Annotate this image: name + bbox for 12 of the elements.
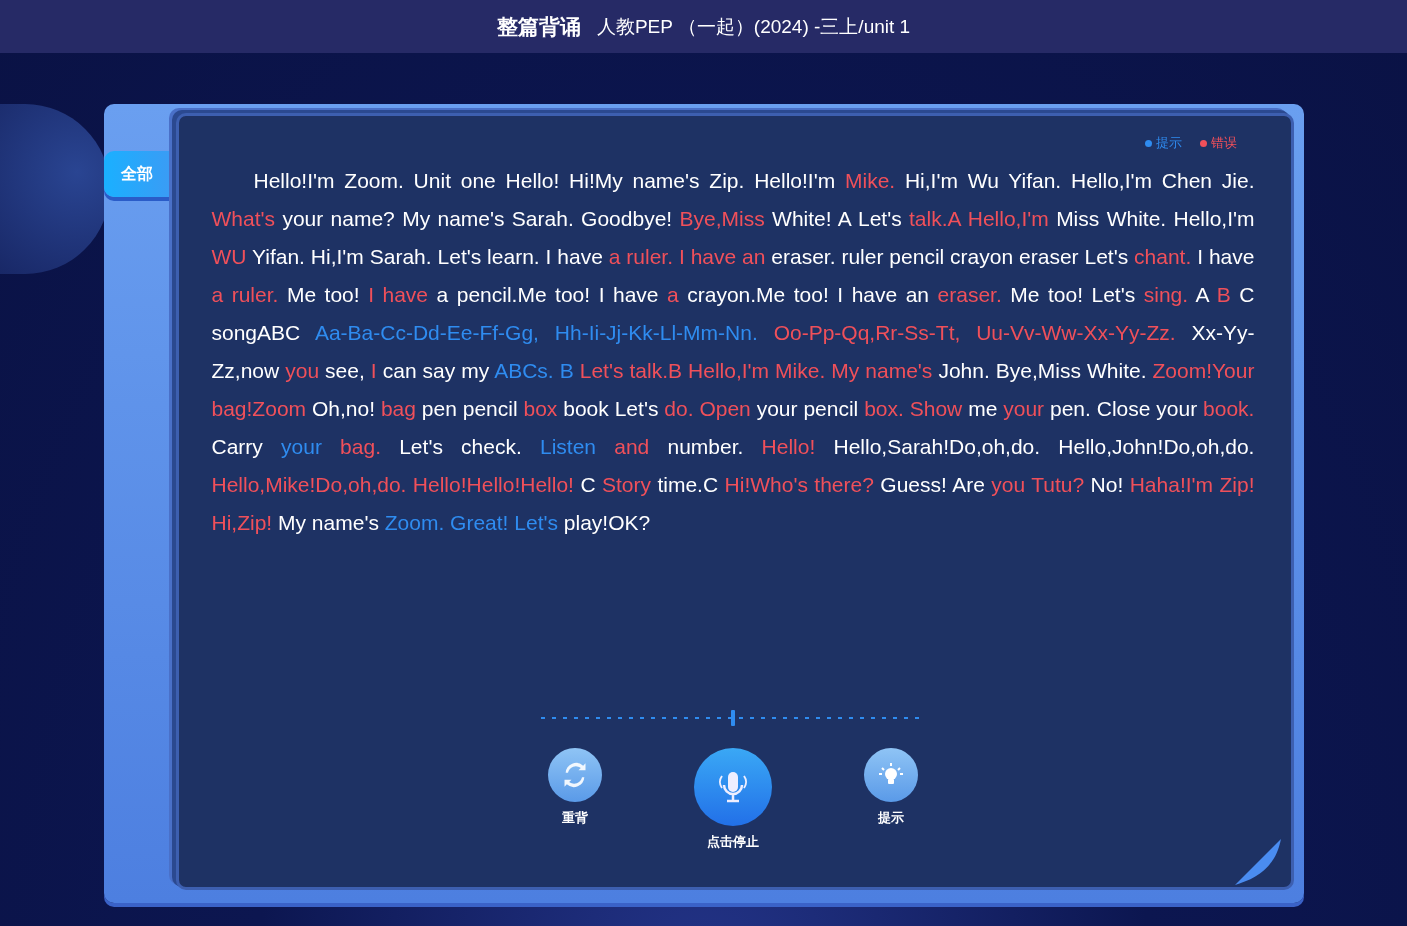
control-label: 提示	[878, 809, 904, 827]
control-label: 点击停止	[707, 833, 759, 851]
page-title: 整篇背诵	[496, 13, 581, 41]
legend-item: 提示	[1144, 134, 1182, 152]
course-path: 人教PEP （一起）(2024) -三上/unit 1	[596, 14, 911, 39]
recitation-text: Hello!I'm Zoom. Unit one Hello! Hi!My name's Zip. Hello!I'm Mike. Hi,I'm Wu Yifan. Hello,I'm Chen Jie. What's your name? My name's Sarah. Goodbye! Bye,Miss White! A Let's talk.A Hello,I'm Miss White. Hello,I'm WU Yifan. Hi,I'm Sarah. Let's learn. I have a ruler. I have an eraser. ruler pencil crayon eraser Let's chant. I have a ruler. Me too! I have a pencil.Me too! I have a crayon.Me too! I have an eraser. Me too! Let's sing. A B C songABC Aa-Ba-Cc-Dd-Ee-Ff-Gg, Hh-Ii-Jj-Kk-Ll-Mm-Nn. Oo-Pp-Qq,Rr-Ss-Tt, Uu-Vv-Ww-Xx-Yy-Zz. Xx-Yy-Zz,now you see, I can say my ABCs. B Let's talk.B Hello,I'm Mike. My name's John. Bye,Miss White. Zoom!Your bag!Zoom Oh,no! bag pen pencil box book Let's do. Open your pencil box. Show me your pen. Close your book. Carry your bag. Let's check. Listen and number. Hello! Hello,Sarah!Do,oh,do. Hello,John!Do,oh,do. Hello,Mike!Do,oh,do. Hello!Hello!Hello! C Story time.C Hi!Who's there? Guess! Are you Tutu? No! Haha!I'm Zip! Hi,Zip! My name's Zoom. Great! Let's play!OK?	[211, 168, 1255, 536]
page-curl-icon	[1234, 839, 1281, 885]
legend-item: 错误	[1199, 134, 1237, 152]
restart-button[interactable]	[548, 748, 602, 802]
progress-marker[interactable]	[731, 710, 735, 726]
hint-button[interactable]	[864, 748, 918, 802]
control-label: 重背	[562, 809, 588, 827]
